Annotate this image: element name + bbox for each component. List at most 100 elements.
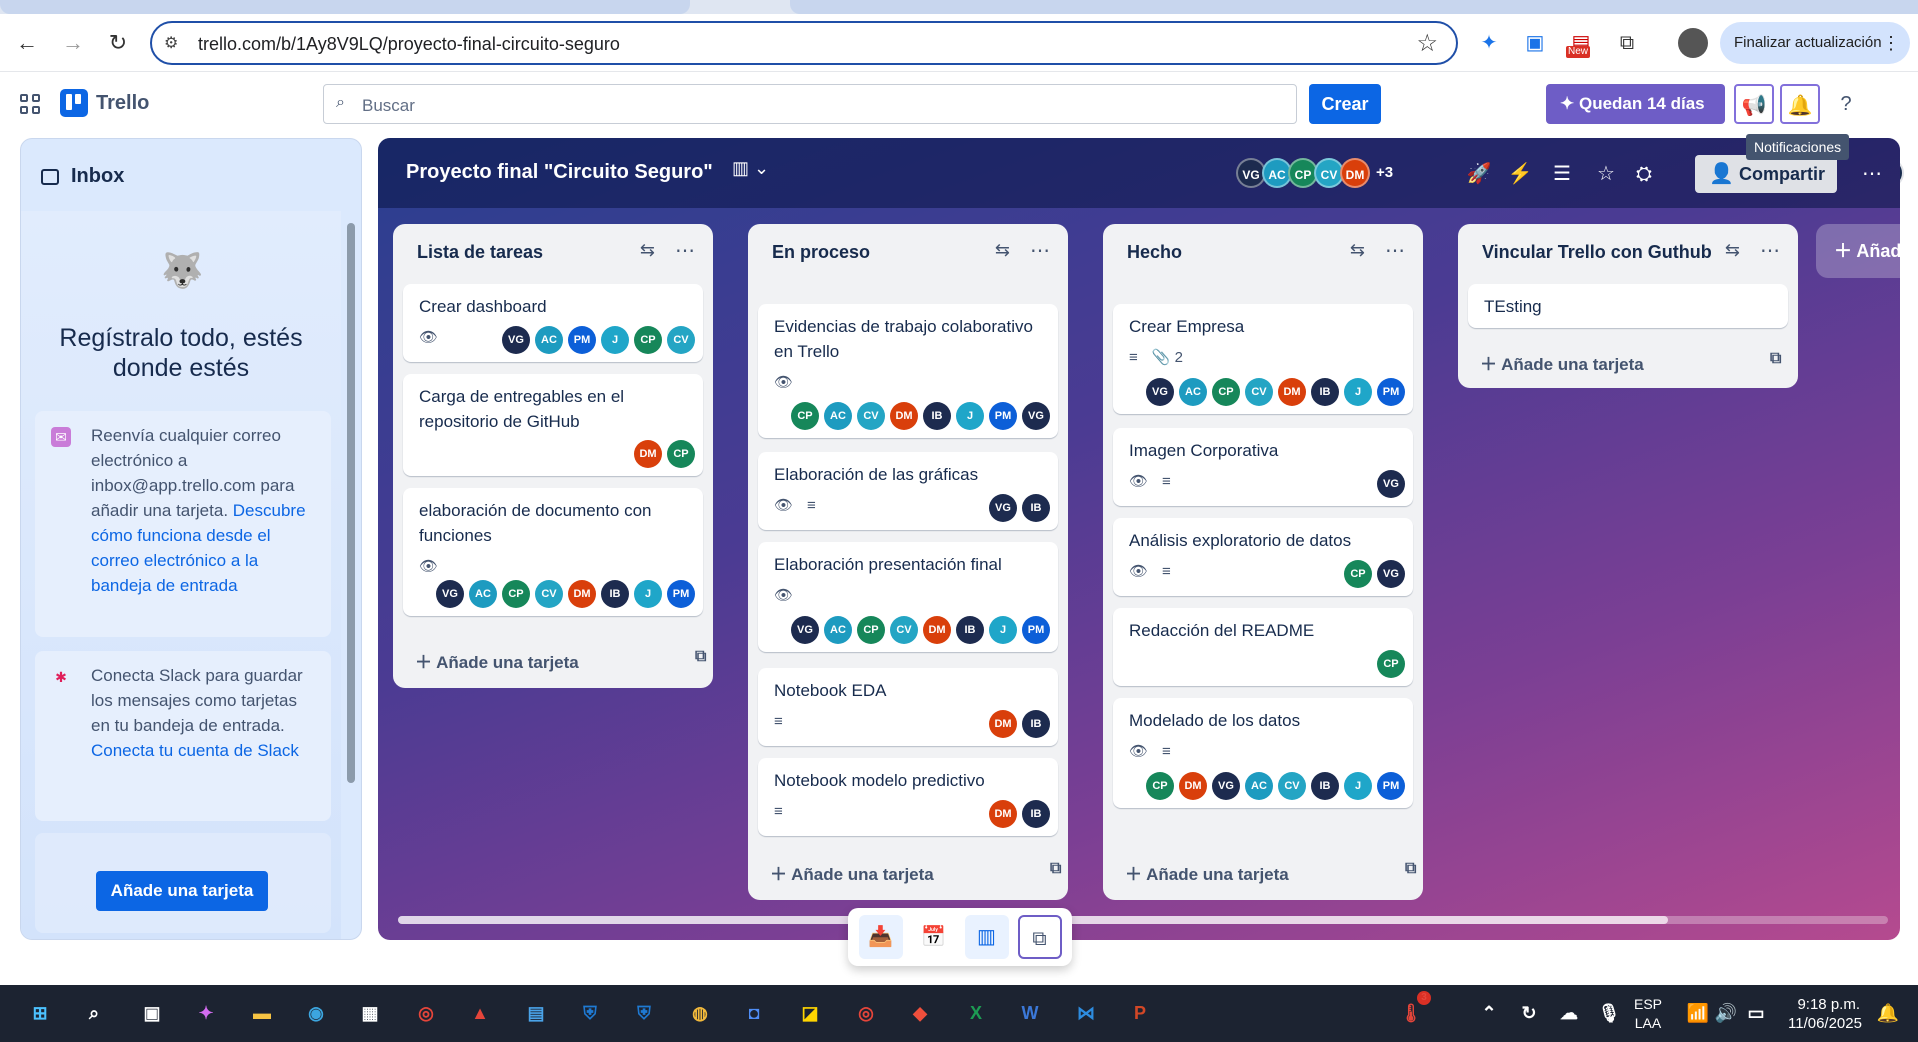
board-view-switcher[interactable]: ▥ ⌄ — [732, 158, 769, 179]
card-template-icon[interactable]: ⧉ — [695, 648, 706, 666]
task-view-icon[interactable]: ▣ — [136, 997, 168, 1029]
member-avatar[interactable]: AC — [1245, 772, 1273, 800]
card[interactable]: Notebook EDA ≡ DM IB — [758, 668, 1058, 746]
member-avatar[interactable]: AC — [1179, 378, 1207, 406]
acrobat-icon[interactable]: ▲ — [464, 997, 496, 1029]
collapse-list-icon[interactable]: ⇆ — [640, 240, 655, 261]
search-icon[interactable]: ⌕ — [78, 997, 110, 1029]
card[interactable]: Crear dashboard 👁 VG AC PM J CP CV — [403, 284, 703, 362]
sync-icon[interactable]: ↻ — [1513, 997, 1545, 1029]
new-extension-icon[interactable]: ▤ New — [1566, 28, 1596, 58]
sticky-notes-icon[interactable]: ◪ — [794, 997, 826, 1029]
list-menu-icon[interactable]: ⋯ — [675, 238, 695, 263]
member-avatar[interactable]: PM — [1377, 772, 1405, 800]
board-members[interactable]: VG AC CP CV DM +3 — [1236, 158, 1393, 188]
screen-capture-extension-icon[interactable]: ▣ — [1520, 28, 1550, 58]
card-template-icon[interactable]: ⧉ — [1405, 860, 1416, 878]
create-button[interactable]: Crear — [1309, 84, 1381, 124]
maps-icon[interactable]: ◍ — [684, 997, 716, 1029]
member-avatar[interactable]: CP — [791, 402, 819, 430]
word-icon[interactable]: W — [1014, 997, 1046, 1029]
member-avatar[interactable]: CP — [667, 440, 695, 468]
member-avatar[interactable]: PM — [568, 326, 596, 354]
security-icon[interactable]: ⛨ — [628, 997, 660, 1029]
member-avatar[interactable]: AC — [469, 580, 497, 608]
card[interactable]: Elaboración de las gráficas 👁 ≡ VG IB — [758, 452, 1058, 530]
member-avatar[interactable]: CV — [535, 580, 563, 608]
board-horizontal-scrollbar[interactable] — [398, 916, 1888, 924]
card[interactable]: Análisis exploratorio de datos 👁 ≡ CP VG — [1113, 518, 1413, 596]
member-avatar[interactable]: CP — [1377, 650, 1405, 678]
excel-icon[interactable]: X — [960, 997, 992, 1029]
list-menu-icon[interactable]: ⋯ — [1760, 238, 1780, 263]
star-icon[interactable]: ☆ — [1590, 158, 1622, 190]
member-avatar[interactable]: PM — [989, 402, 1017, 430]
member-avatar[interactable]: PM — [667, 580, 695, 608]
member-avatar[interactable]: IB — [923, 402, 951, 430]
member-avatar[interactable]: DM — [1179, 772, 1207, 800]
member-avatar[interactable]: CP — [1212, 378, 1240, 406]
slack-connect-link[interactable]: Conecta tu cuenta de Slack — [91, 741, 299, 760]
inbox-content[interactable]: 🐺 Regístralo todo, estés donde estés ✉ R… — [21, 211, 341, 939]
board-view-icon[interactable]: ▥ — [964, 915, 1009, 959]
power-ups-icon[interactable]: 🚀 — [1463, 158, 1495, 190]
more-members-count[interactable]: +3 — [1376, 158, 1393, 188]
member-avatar[interactable]: CP — [502, 580, 530, 608]
card[interactable]: Imagen Corporativa 👁 ≡ VG — [1113, 428, 1413, 506]
file-explorer-icon[interactable]: ▬ — [246, 997, 278, 1029]
member-avatar[interactable]: VG — [1022, 402, 1050, 430]
member-avatar[interactable]: DM — [634, 440, 662, 468]
member-avatar[interactable]: DM — [923, 616, 951, 644]
megaphone-icon[interactable]: 📢 — [1734, 84, 1774, 124]
member-avatar[interactable]: J — [989, 616, 1017, 644]
inbox-add-card-button[interactable]: Añade una tarjeta — [96, 871, 268, 911]
member-avatar[interactable]: IB — [956, 616, 984, 644]
reload-icon[interactable]: ↻ — [103, 28, 133, 58]
trello-logo[interactable]: Trello — [60, 88, 149, 118]
member-avatar[interactable]: J — [1344, 772, 1372, 800]
member-avatar[interactable]: PM — [1022, 616, 1050, 644]
card[interactable]: Evidencias de trabajo colaborativo en Tr… — [758, 304, 1058, 438]
clock[interactable]: 9:18 p.m. 11/06/2025 — [1788, 995, 1862, 1033]
switch-boards-icon[interactable]: ⧉ — [1017, 915, 1062, 959]
browser-tab[interactable] — [0, 0, 690, 14]
card[interactable]: Redacción del README CP — [1113, 608, 1413, 686]
battery-icon[interactable]: ▭ — [1740, 997, 1772, 1029]
list-title[interactable]: En proceso — [772, 242, 870, 263]
member-avatar[interactable]: IB — [1311, 378, 1339, 406]
copilot-icon[interactable]: ✦ — [190, 997, 222, 1029]
member-avatar[interactable]: VG — [1212, 772, 1240, 800]
member-avatar[interactable]: VG — [1377, 560, 1405, 588]
member-avatar[interactable]: CV — [1278, 772, 1306, 800]
member-avatar[interactable]: AC — [824, 402, 852, 430]
notifications-bell-icon[interactable]: 🔔 — [1780, 84, 1820, 124]
forward-icon[interactable]: → — [58, 28, 88, 58]
board-title[interactable]: Proyecto final "Circuito Seguro" — [406, 161, 713, 184]
member-avatar[interactable]: CP — [1344, 560, 1372, 588]
chrome-icon[interactable]: ◎ — [410, 997, 442, 1029]
chevron-up-icon[interactable]: ⌃ — [1473, 997, 1505, 1029]
extensions-puzzle-icon[interactable]: ⧉ — [1612, 28, 1642, 58]
search-input[interactable]: ⌕ Buscar — [323, 84, 1297, 124]
update-button[interactable]: Finalizar actualización ⋮ — [1720, 22, 1910, 64]
member-avatar[interactable]: AC — [535, 326, 563, 354]
member-avatar[interactable]: VG — [791, 616, 819, 644]
defender-icon[interactable]: ⛨ — [574, 997, 606, 1029]
member-avatar[interactable]: VG — [989, 494, 1017, 522]
member-avatar[interactable]: IB — [1022, 710, 1050, 738]
member-avatar[interactable]: J — [1344, 378, 1372, 406]
member-avatar[interactable]: DM — [1278, 378, 1306, 406]
member-avatar[interactable]: IB — [1022, 800, 1050, 828]
member-avatar[interactable]: J — [634, 580, 662, 608]
member-avatar[interactable]: VG — [1377, 470, 1405, 498]
member-avatar[interactable]: IB — [601, 580, 629, 608]
card[interactable]: Notebook modelo predictivo ≡ DM IB — [758, 758, 1058, 836]
address-bar[interactable]: ⚙ trello.com/b/1Ay8V9LQ/proyecto-final-c… — [150, 21, 1458, 65]
add-card-button[interactable]: ＋ Añade una tarjeta ⧉ — [770, 860, 1061, 885]
card[interactable]: Carga de entregables en el repositorio d… — [403, 374, 703, 476]
card[interactable]: elaboración de documento con funciones 👁… — [403, 488, 703, 616]
microphone-icon[interactable]: 🎙 — [1593, 997, 1625, 1029]
notification-center-icon[interactable]: 🔔 — [1872, 997, 1904, 1029]
card-template-icon[interactable]: ⧉ — [1770, 350, 1781, 368]
vscode-icon[interactable]: ⋈ — [1070, 997, 1102, 1029]
